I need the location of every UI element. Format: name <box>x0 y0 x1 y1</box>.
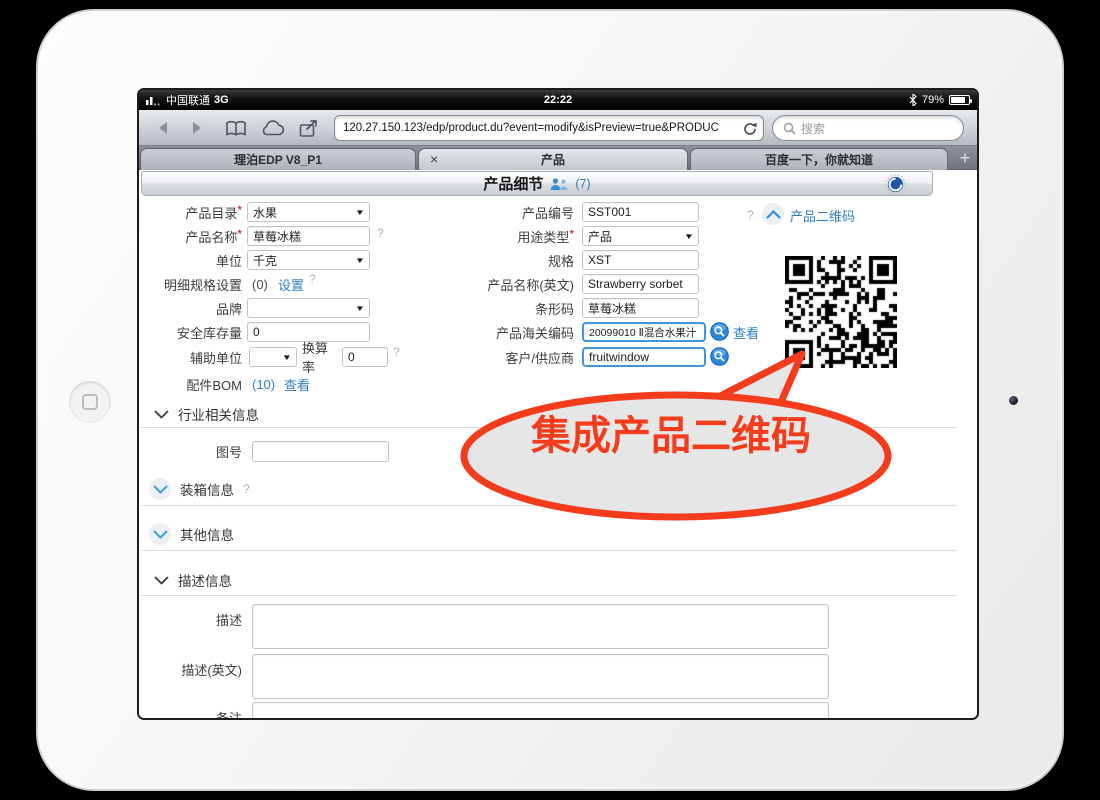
tab-product[interactable]: × 产品 <box>418 148 688 170</box>
screen: 中国联通 3G 22:22 79% <box>137 88 979 720</box>
page-title: 产品细节 <box>483 173 543 194</box>
section-packing-title: 装箱信息 <box>180 479 234 499</box>
spec-label: 规格 <box>444 251 574 270</box>
qr-code-link[interactable]: 产品二维码 <box>790 206 855 225</box>
chevron-down-icon <box>149 523 171 545</box>
customer-label: 客户/供应商 <box>444 348 574 367</box>
bluetooth-icon <box>909 94 917 106</box>
customer-search-button[interactable] <box>710 347 729 371</box>
page-header: 产品细节 (7) <box>141 171 933 196</box>
collapse-up-icon[interactable] <box>762 203 784 225</box>
clock: 22:22 <box>139 94 977 106</box>
chevron-down-icon <box>154 410 169 419</box>
bom-count: (10) <box>252 377 275 392</box>
tab-label: 理泊EDP V8_P1 <box>234 151 322 168</box>
share-icon[interactable] <box>297 110 323 146</box>
icloud-tabs-icon[interactable] <box>257 110 287 146</box>
record-count-badge: (7) <box>575 177 590 191</box>
tab-close-icon[interactable]: × <box>430 151 438 167</box>
section-description-title: 描述信息 <box>178 570 232 590</box>
remark-label: 备注 <box>144 708 242 720</box>
chevron-down-icon <box>149 478 171 500</box>
customer-input[interactable] <box>582 347 706 367</box>
users-icon <box>549 177 569 191</box>
new-tab-button[interactable]: + <box>951 148 979 170</box>
name-en-input[interactable] <box>582 274 699 294</box>
name-en-label: 产品名称(英文) <box>444 275 574 294</box>
stage: 中国联通 3G 22:22 79% <box>0 0 1100 800</box>
customs-view-link[interactable]: 查看 <box>733 323 759 342</box>
home-button[interactable] <box>69 381 111 423</box>
search-field[interactable]: 搜索 <box>772 115 964 141</box>
dropdown-arrow-icon: ▼ <box>684 232 694 241</box>
divider <box>141 505 957 506</box>
barcode-input[interactable] <box>582 298 699 318</box>
tab-label: 百度一下，你就知道 <box>765 151 873 168</box>
description-en-label: 描述(英文) <box>144 660 242 679</box>
description-textarea[interactable] <box>252 604 829 649</box>
field-row-bom: 配件BOM (10) 查看 <box>139 374 439 394</box>
drawing-input[interactable] <box>252 441 389 462</box>
usage-select[interactable]: 产品▼ <box>582 226 699 246</box>
divider <box>141 427 957 428</box>
forward-button[interactable] <box>187 110 207 146</box>
battery-icon <box>949 95 970 105</box>
customs-label: 产品海关编码 <box>444 323 574 342</box>
camera-dot <box>1009 396 1018 405</box>
sync-icon[interactable] <box>885 174 906 200</box>
bom-link[interactable]: 查看 <box>284 375 310 394</box>
callout-text: 集成产品二维码 <box>530 414 811 458</box>
bookmarks-icon[interactable] <box>223 110 249 146</box>
section-industry[interactable]: 行业相关信息 <box>154 404 259 424</box>
customs-search-button[interactable] <box>710 322 729 346</box>
code-help-icon[interactable]: ? <box>747 208 754 222</box>
chevron-down-icon <box>154 576 169 585</box>
customs-input[interactable] <box>582 322 706 342</box>
tab-label: 产品 <box>541 151 565 168</box>
browser-toolbar: 120.27.150.123/edp/product.du?event=modi… <box>139 110 977 146</box>
description-en-textarea[interactable] <box>252 654 829 699</box>
usage-label: 用途类型* <box>444 227 574 246</box>
section-description[interactable]: 描述信息 <box>154 570 232 590</box>
qr-code-image <box>785 256 897 368</box>
qr-link-row: ? 产品二维码 <box>139 205 979 225</box>
field-row-drawing: 图号 <box>139 441 539 462</box>
url-field[interactable]: 120.27.150.123/edp/product.du?event=modi… <box>334 115 764 141</box>
battery-percent: 79% <box>922 94 944 106</box>
bom-label: 配件BOM <box>144 375 242 394</box>
back-button[interactable] <box>153 110 173 146</box>
ipad-device: 中国联通 3G 22:22 79% <box>36 9 1064 791</box>
search-placeholder: 搜索 <box>801 120 825 137</box>
tab-edp[interactable]: 理泊EDP V8_P1 <box>140 148 416 170</box>
barcode-label: 条形码 <box>444 299 574 318</box>
field-row-usage: 用途类型* 产品▼ <box>139 226 979 246</box>
product-detail-page: 产品细节 (7) <box>139 170 979 720</box>
section-other[interactable]: 其他信息 <box>149 524 234 544</box>
remark-textarea[interactable] <box>252 702 829 720</box>
tab-bar: 理泊EDP V8_P1 × 产品 百度一下，你就知道 + <box>139 146 977 170</box>
search-icon <box>783 122 796 135</box>
home-button-square <box>82 394 98 410</box>
section-packing[interactable]: 装箱信息 ? <box>149 479 250 499</box>
packing-help-icon[interactable]: ? <box>243 482 250 496</box>
url-text: 120.27.150.123/edp/product.du?event=modi… <box>343 122 719 134</box>
status-bar: 中国联通 3G 22:22 79% <box>139 90 977 110</box>
section-industry-title: 行业相关信息 <box>178 404 259 424</box>
divider <box>141 595 957 596</box>
section-other-title: 其他信息 <box>180 524 234 544</box>
spec-input[interactable] <box>582 250 699 270</box>
divider <box>141 550 957 551</box>
reload-icon[interactable] <box>743 122 757 141</box>
tab-baidu[interactable]: 百度一下，你就知道 <box>690 148 948 170</box>
drawing-label: 图号 <box>144 442 242 461</box>
description-label: 描述 <box>144 610 242 629</box>
